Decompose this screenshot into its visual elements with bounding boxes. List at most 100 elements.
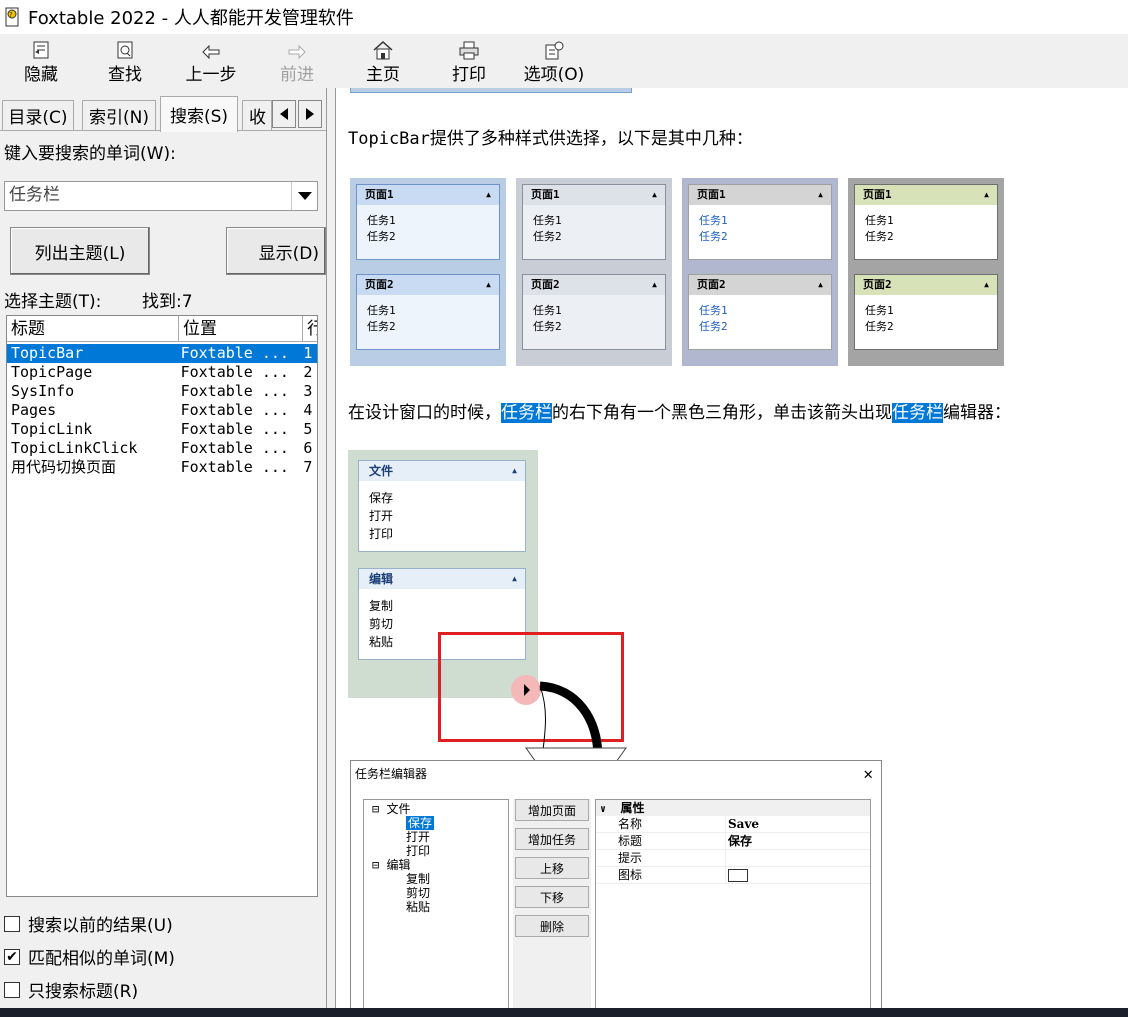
table-row[interactable]: TopicLinkClick Foxtable ... 6 — [7, 439, 317, 458]
editor-tree[interactable]: ⊟ 文件 保存 打开 打印 ⊟ 编辑 复制 剪切 粘贴 — [363, 799, 509, 1010]
title-bar: ? Foxtable 2022 - 人人都能开发管理软件 — [0, 0, 1128, 34]
paragraph-styles: TopicBar提供了多种样式供选择，以下是其中几种： — [348, 129, 753, 149]
style-task-item: 任务1 — [367, 304, 396, 317]
tree-node[interactable]: 复制 — [372, 872, 508, 886]
tab-favorites[interactable]: 收 — [242, 100, 272, 130]
checkbox-icon[interactable] — [4, 981, 20, 998]
options-button[interactable]: 选项(O) — [520, 36, 588, 86]
property-category: ∨ 属性 — [596, 800, 870, 816]
property-grid[interactable]: ∨ 属性 名称 Save 标题 保存 提示 图标 — [595, 799, 871, 1010]
previous-figure-edge — [350, 88, 632, 93]
pane-splitter[interactable] — [326, 88, 336, 1010]
collapse-icon[interactable]: ⊟ — [372, 802, 386, 816]
editor-button[interactable]: 删除 — [515, 915, 589, 937]
tree-node-label: 复制 — [406, 872, 431, 886]
style-task-item: 任务2 — [533, 230, 562, 243]
style-panel-header: 页面1 ▲ — [855, 185, 997, 205]
result-location: Foxtable ... — [180, 401, 289, 419]
tree-node-label: 编辑 — [386, 858, 411, 872]
property-row[interactable]: 名称 Save — [596, 816, 870, 833]
result-rank: 7 — [303, 458, 313, 476]
editor-button[interactable]: 下移 — [515, 886, 589, 908]
window-title: Foxtable 2022 - 人人都能开发管理软件 — [28, 8, 354, 29]
tree-node[interactable]: 剪切 — [372, 886, 508, 900]
search-input[interactable]: 任务栏 — [4, 181, 318, 211]
collapse-icon: ▲ — [512, 574, 517, 583]
tab-scroll-left-button[interactable] — [272, 100, 296, 128]
column-header-title[interactable]: 标题 — [7, 316, 179, 341]
property-row[interactable]: 图标 — [596, 867, 870, 884]
result-rank: 5 — [303, 420, 313, 438]
option-checkbox[interactable]: 搜索以前的结果(U) — [4, 911, 173, 936]
collapse-icon: ▲ — [652, 190, 657, 199]
results-list[interactable]: 标题 位置 行 TopicBar Foxtable ... 1 TopicPage Fo… — [6, 315, 318, 897]
arrow-left-icon — [201, 36, 221, 60]
option-checkbox[interactable]: ✔ 匹配相似的单词(M) — [4, 944, 175, 969]
property-row[interactable]: 标题 保存 — [596, 833, 870, 850]
forward-button[interactable]: 前进 — [276, 36, 318, 86]
nav-tabs: 目录(C) 索引(N) 搜索(S) 收 — [0, 96, 326, 132]
style-task-item: 任务2 — [367, 320, 396, 333]
style-sample: 页面1 ▲ 任务1 任务2 页面2 ▲ 任务1 任务2 — [682, 178, 838, 366]
collapse-icon[interactable]: ⊟ — [372, 858, 386, 872]
tree-node[interactable]: 打开 — [372, 830, 508, 844]
editor-buttons: 增加页面增加任务上移下移删除 — [513, 799, 591, 1010]
style-task-item: 任务1 — [367, 214, 396, 227]
table-row[interactable]: SysInfo Foxtable ... 3 — [7, 382, 317, 401]
arrow-right-icon — [287, 36, 307, 60]
property-name: 提示 — [596, 850, 726, 866]
tab-scroll-right-button[interactable] — [298, 100, 322, 128]
option-checkbox[interactable]: 只搜索标题(R) — [4, 977, 138, 1002]
chevron-down-icon: ∨ — [600, 804, 607, 815]
style-task-item: 任务2 — [533, 320, 562, 333]
tree-node[interactable]: ⊟ 文件 — [372, 802, 508, 816]
editor-button[interactable]: 上移 — [515, 857, 589, 879]
svg-text:?: ? — [9, 11, 13, 19]
result-title: TopicPage — [11, 363, 93, 381]
hide-button[interactable]: 隐藏 — [18, 36, 64, 86]
tree-node[interactable]: 打印 — [372, 844, 508, 858]
home-button[interactable]: 主页 — [362, 36, 404, 86]
option-label: 匹配相似的单词(M) — [28, 949, 175, 969]
column-header-location[interactable]: 位置 — [179, 316, 303, 341]
close-icon[interactable]: ✕ — [863, 761, 873, 787]
table-row[interactable]: TopicBar Foxtable ... 1 — [7, 344, 317, 363]
tab-contents[interactable]: 目录(C) — [2, 100, 74, 130]
result-location: Foxtable ... — [180, 363, 289, 381]
tab-index[interactable]: 索引(N) — [82, 100, 156, 130]
search-dropdown-button[interactable] — [291, 182, 317, 210]
property-value — [726, 850, 728, 866]
chevron-down-icon — [297, 192, 312, 200]
table-row[interactable]: 用代码切换页面 Foxtable ... 7 — [7, 458, 317, 477]
editor-button[interactable]: 增加任务 — [515, 828, 589, 850]
style-sample: 页面1 ▲ 任务1 任务2 页面2 ▲ 任务1 任务2 — [516, 178, 672, 366]
result-rank: 1 — [303, 344, 313, 362]
print-button[interactable]: 打印 — [448, 36, 490, 86]
property-name: 名称 — [596, 816, 726, 832]
style-panel: 页面1 ▲ 任务1 任务2 — [854, 184, 998, 260]
property-row[interactable]: 提示 — [596, 850, 870, 867]
tree-node[interactable]: ⊟ 编辑 — [372, 858, 508, 872]
result-title: TopicLink — [11, 420, 93, 438]
results-header: 标题 位置 行 — [7, 316, 317, 342]
demo-panel-items: 保存 打开 打印 — [359, 481, 525, 543]
table-row[interactable]: Pages Foxtable ... 4 — [7, 401, 317, 420]
collapse-icon: ▲ — [512, 466, 517, 475]
checkbox-icon[interactable] — [4, 915, 20, 932]
table-row[interactable]: TopicLink Foxtable ... 5 — [7, 420, 317, 439]
table-row[interactable]: TopicPage Foxtable ... 2 — [7, 363, 317, 382]
tree-node[interactable]: 粘贴 — [372, 900, 508, 914]
display-button[interactable]: 显示(D) — [226, 227, 326, 275]
list-topics-button[interactable]: 列出主题(L) — [10, 227, 150, 275]
editor-button[interactable]: 增加页面 — [515, 799, 589, 821]
back-button[interactable]: 上一步 — [180, 36, 242, 86]
column-header-rank[interactable]: 行 — [303, 316, 317, 341]
tree-node[interactable]: 保存 — [372, 816, 508, 830]
style-panel: 页面1 ▲ 任务1 任务2 — [688, 184, 832, 260]
tab-search[interactable]: 搜索(S) — [160, 96, 238, 132]
style-sample: 页面1 ▲ 任务1 任务2 页面2 ▲ 任务1 任务2 — [848, 178, 1004, 366]
find-button[interactable]: 查找 — [102, 36, 148, 86]
highlight-term: 任务栏 — [501, 403, 552, 423]
style-panel: 页面2 ▲ 任务1 任务2 — [854, 274, 998, 350]
checkbox-icon[interactable]: ✔ — [4, 948, 20, 965]
